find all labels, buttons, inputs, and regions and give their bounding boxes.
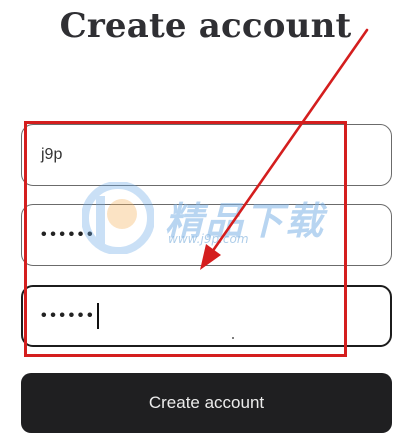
create-account-page: Create account j9p •••••• •••••• Create … <box>0 0 411 445</box>
text-caret <box>97 303 100 329</box>
username-value: j9p <box>41 146 63 163</box>
page-title: Create account <box>59 6 352 46</box>
username-input[interactable]: j9p <box>21 124 392 186</box>
confirm-password-input[interactable]: •••••• <box>21 285 392 347</box>
create-account-button[interactable]: Create account <box>21 373 392 433</box>
stray-dot <box>232 337 234 339</box>
password-input[interactable]: •••••• <box>21 204 392 266</box>
password-mask: •••••• <box>41 226 97 243</box>
confirm-password-mask: •••••• <box>41 307 97 324</box>
